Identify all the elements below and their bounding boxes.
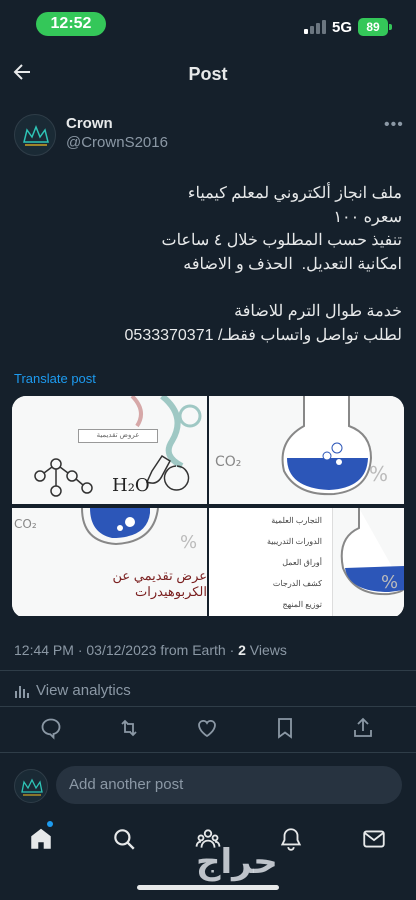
post-line: تنفيذ حسب المطلوب خلال ٤ ساعات [161,232,402,249]
svg-text:H₂O: H₂O [112,475,150,496]
like-heart-icon[interactable] [195,716,219,740]
author-handle[interactable]: @CrownS2016 [66,134,168,151]
svg-text:%: % [369,462,388,486]
notifications-bell-icon[interactable] [278,826,304,852]
menu-item: كشف الدرجات [272,579,322,588]
post-line: خدمة طوال الترم للاضافة [234,303,402,320]
analytics-icon [15,685,29,698]
svg-text:%: % [381,572,398,593]
views-label: Views [245,642,287,658]
battery-tip [389,24,392,30]
crown-logo-icon [21,778,43,796]
action-bar [0,712,416,746]
post-meta: 12:44 PM · 03/12/2023 from Earth · 2 Vie… [14,642,287,658]
signal-icon [304,20,326,34]
bookmark-icon[interactable] [273,716,297,740]
tile-caption: عرض تقديمي عن الكربوهيدرات [112,568,207,599]
media-grid: H₂O عروض تقديمية CO₂ % CO₂ % عرض تقديمي … [12,396,404,618]
svg-text:CO₂: CO₂ [215,454,241,470]
avatar[interactable] [14,114,56,156]
more-options-icon[interactable]: ••• [384,116,404,134]
network-type: 5G [332,19,353,36]
media-image-1[interactable]: H₂O عروض تقديمية [12,396,207,504]
unread-dot [47,821,53,827]
post-timestamp: 12:44 PM · 03/12/2023 from Earth · [14,642,239,658]
home-indicator [137,885,279,890]
header: Post [0,52,416,96]
reply-icon[interactable] [39,716,63,740]
divider [0,670,416,671]
post-text: ملف انجاز ألكتروني لمعلم كيمياء سعره ١٠٠… [12,182,402,347]
svg-text:%: % [180,532,197,553]
page-title: Post [188,64,228,84]
post-line: امكانية التعديل. الحذف و الاضافه [183,255,402,273]
view-analytics-label: View analytics [36,682,131,699]
translate-post-link[interactable]: Translate post [14,371,96,386]
status-time: 12:52 [36,12,106,36]
menu-item: التجارب العلمية [271,516,322,525]
home-icon[interactable] [28,826,54,852]
views-count: 2 [238,642,246,658]
presentations-label: عروض تقديمية [78,429,158,443]
post-line: لطلب تواصل واتساب فقطـ/ 0533370371 [124,326,402,344]
reply-input[interactable]: Add another post [56,766,402,804]
media-image-2[interactable]: CO₂ % [209,396,404,504]
battery-icon: 89 [358,18,388,36]
divider [0,706,416,707]
crown-logo-icon [23,124,49,146]
post-line: سعره ١٠٠ [333,208,402,226]
watermark-logo: حراج [196,842,278,882]
share-icon[interactable] [351,716,375,740]
menu-item: الدورات التدريبية [266,537,322,546]
divider [0,752,416,753]
media-image-4[interactable]: % التجارب العلمية الدورات التدريبية أورا… [209,508,404,616]
menu-list: التجارب العلمية الدورات التدريبية أوراق … [209,508,333,616]
menu-item: أوراق العمل [282,558,322,567]
author-name[interactable]: Crown [66,115,113,132]
menu-item: توزيع المنهج [282,600,322,609]
post-line: ملف انجاز ألكتروني لمعلم كيمياء [187,185,402,202]
media-image-3[interactable]: CO₂ % عرض تقديمي عن الكربوهيدرات [12,508,207,616]
reply-avatar [14,769,48,803]
view-analytics-link[interactable]: View analytics [14,682,131,699]
search-icon[interactable] [111,826,137,852]
status-bar: 12:52 5G 89 [0,0,416,48]
messages-mail-icon[interactable] [361,826,387,852]
repost-icon[interactable] [117,716,141,740]
svg-text:CO₂: CO₂ [14,517,37,531]
reply-bar: Add another post [0,758,416,814]
